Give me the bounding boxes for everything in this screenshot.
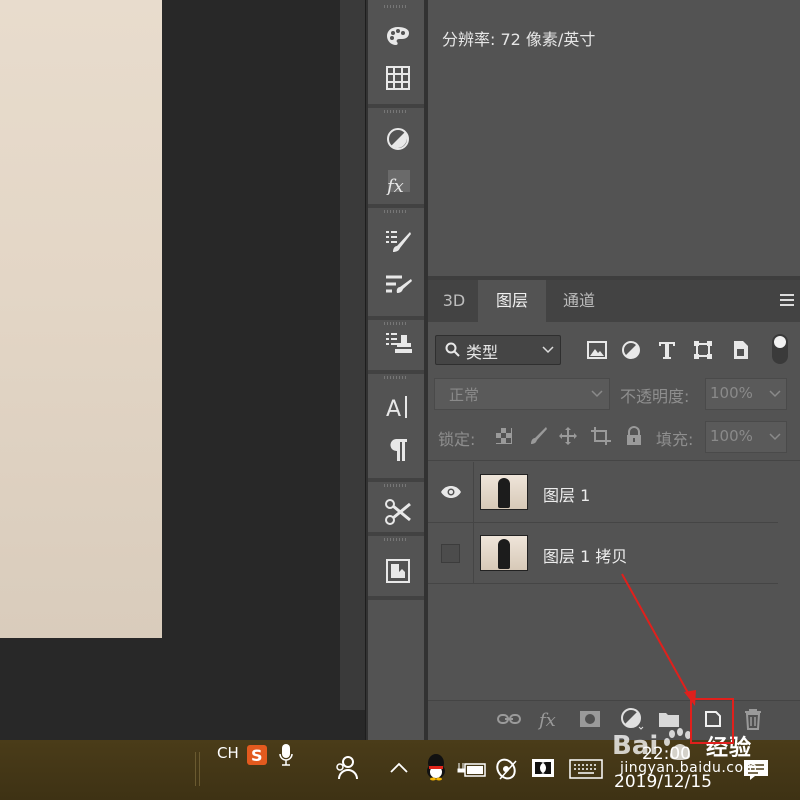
svg-text:S: S (251, 746, 263, 765)
highlight-box (690, 698, 734, 744)
canvas-image (0, 0, 162, 638)
watermark-url: jingyan.baidu.com (620, 760, 758, 776)
svg-text:fx: fx (537, 710, 556, 730)
tab-layers[interactable]: 图层 (478, 280, 546, 322)
lock-all-icon[interactable] (621, 423, 647, 449)
people-icon[interactable] (332, 754, 360, 782)
paragraph-icon[interactable] (382, 434, 414, 466)
volume-icon[interactable] (493, 754, 523, 784)
lock-pixels-icon[interactable] (524, 423, 550, 449)
opacity-value: 100% (710, 384, 753, 402)
visibility-toggle[interactable] (428, 462, 474, 522)
layer-name[interactable]: 图层 1 (543, 482, 590, 506)
taskbar-separator (195, 752, 196, 786)
svg-text:Bai: Bai (612, 731, 658, 761)
character-icon[interactable]: A (382, 391, 414, 423)
sogou-ime-icon[interactable]: S (246, 744, 268, 766)
dock-separator (368, 204, 424, 208)
grid-icon[interactable] (382, 62, 414, 94)
chevron-down-icon (591, 390, 603, 398)
dock-grip[interactable] (384, 322, 408, 325)
styles-fx-icon[interactable]: fx (382, 166, 414, 198)
filter-kind-label: 类型 (466, 343, 499, 362)
panel-menu-icon[interactable] (778, 292, 796, 306)
dock-separator (368, 104, 424, 108)
brush-settings-icon[interactable] (382, 268, 414, 300)
visibility-toggle[interactable] (428, 523, 474, 583)
clone-source-icon[interactable] (382, 329, 414, 361)
layers-scrollbar[interactable] (778, 462, 800, 700)
dock-separator (368, 478, 424, 482)
visibility-empty-box (441, 544, 460, 563)
blend-mode-dropdown[interactable]: 正常 (434, 378, 610, 410)
link-layers-icon[interactable] (496, 706, 522, 732)
baidu-paw-logo: Bai (612, 728, 691, 761)
dock-separator (368, 370, 424, 374)
opacity-input[interactable]: 100% (705, 378, 787, 410)
artboards-icon[interactable] (382, 555, 414, 587)
power-plug-icon[interactable] (457, 758, 487, 780)
swatches-icon[interactable] (382, 20, 414, 52)
divider (428, 460, 800, 461)
filter-toggle-switch[interactable] (772, 334, 788, 364)
canvas-scrollbar[interactable] (340, 0, 365, 710)
layer-thumbnail (480, 535, 528, 571)
adjustments-icon[interactable] (382, 123, 414, 155)
chevron-down-icon (769, 390, 781, 398)
dock-grip[interactable] (384, 538, 408, 541)
svg-text:fx: fx (385, 176, 404, 195)
dock-grip[interactable] (384, 210, 408, 213)
tab-channels[interactable]: 通道 (548, 280, 610, 322)
dock-grip[interactable] (384, 5, 408, 8)
dock-grip[interactable] (384, 376, 408, 379)
fill-label: 填充: (656, 430, 694, 449)
tool-presets-icon[interactable] (382, 496, 414, 528)
brush-presets-icon[interactable] (382, 226, 414, 258)
chevron-up-icon[interactable] (388, 760, 410, 776)
add-mask-icon[interactable] (577, 706, 603, 732)
taskbar-separator (199, 752, 200, 786)
filter-adjustment-icon[interactable] (618, 337, 644, 363)
toggle-knob (774, 336, 786, 348)
fill-input[interactable]: 100% (705, 421, 787, 453)
lock-artboard-icon[interactable] (588, 423, 614, 449)
eye-icon (441, 486, 461, 498)
search-icon (445, 342, 460, 357)
layer-name[interactable]: 图层 1 拷贝 (543, 543, 627, 567)
tab-3d[interactable]: 3D (432, 280, 476, 322)
svg-text:A: A (386, 397, 401, 420)
fill-value: 100% (710, 427, 753, 445)
lock-transparency-icon[interactable] (491, 423, 517, 449)
filter-shape-icon[interactable] (690, 337, 716, 363)
add-style-fx-icon[interactable]: fx (537, 706, 563, 732)
lock-label: 锁定: (438, 430, 476, 449)
filter-pixel-icon[interactable] (584, 337, 610, 363)
layer-thumbnail (480, 474, 528, 510)
chevron-down-icon (769, 433, 781, 441)
blend-mode-value: 正常 (449, 386, 480, 404)
dock-separator (368, 316, 424, 320)
input-language-indicator[interactable]: CH (217, 744, 239, 762)
dolby-icon[interactable] (530, 756, 556, 780)
keyboard-icon[interactable] (568, 758, 604, 780)
dock-grip[interactable] (384, 484, 408, 487)
dock-separator (368, 532, 424, 536)
qq-penguin-icon[interactable] (424, 752, 448, 782)
filter-type-icon[interactable] (654, 337, 680, 363)
filter-smart-object-icon[interactable] (728, 337, 754, 363)
opacity-label: 不透明度: (620, 387, 690, 406)
resolution-readout: 分辨率: 72 像素/英寸 (442, 30, 596, 49)
dock-grip[interactable] (384, 110, 408, 113)
chevron-down-icon (542, 346, 554, 354)
lock-position-icon[interactable] (555, 423, 581, 449)
dock-separator (368, 596, 424, 600)
microphone-icon[interactable] (276, 742, 296, 770)
